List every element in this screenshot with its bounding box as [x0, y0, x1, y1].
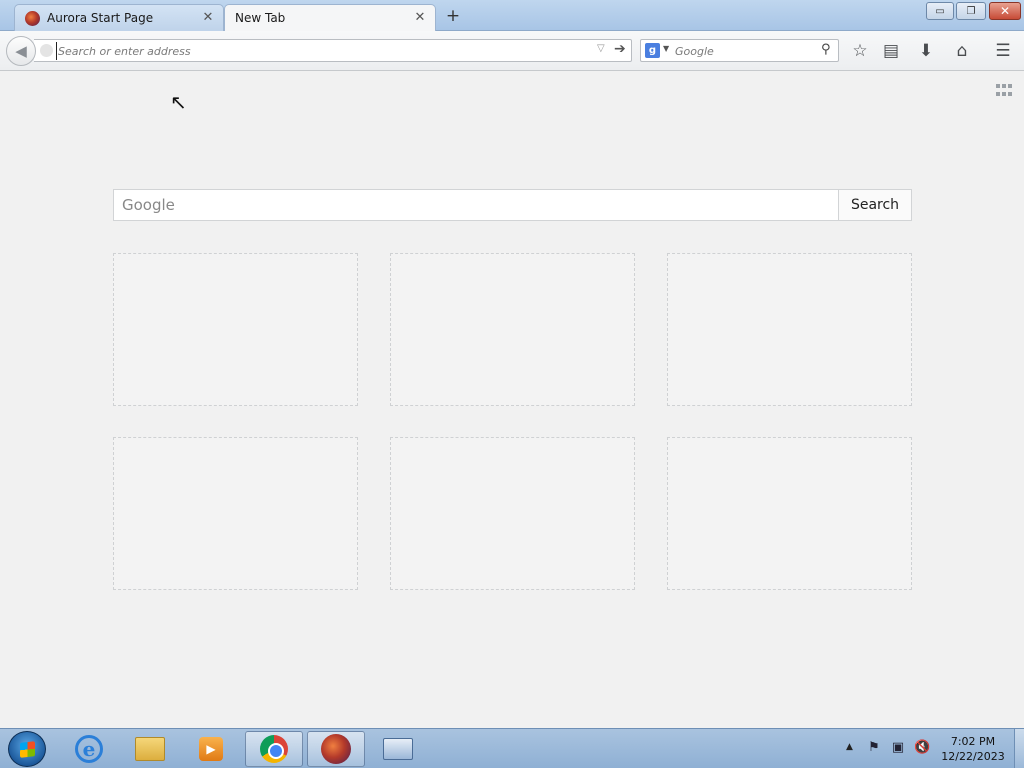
- menu-icon[interactable]: ☰: [992, 40, 1014, 62]
- tab-new-tab[interactable]: New Tab ✕: [224, 4, 436, 31]
- downloads-icon[interactable]: ⬇: [915, 40, 937, 62]
- back-button[interactable]: ◀: [6, 36, 36, 66]
- action-center-flag-icon[interactable]: ⚑: [866, 740, 882, 756]
- mouse-cursor-icon: ↖: [170, 90, 187, 114]
- tiles-toggle-icon[interactable]: [996, 84, 1012, 98]
- engine-dropdown-icon[interactable]: ▼: [663, 44, 669, 53]
- taskbar: e ▶ ▲ ⚑ ▣ 🔇 7:02 PM 12/22/2023: [0, 728, 1024, 768]
- magnifier-icon[interactable]: ⚲: [821, 42, 831, 57]
- tab-aurora-start-page[interactable]: Aurora Start Page ✕: [14, 4, 224, 31]
- empty-tile[interactable]: [113, 437, 358, 590]
- taskbar-item-explorer[interactable]: [121, 731, 179, 767]
- newtab-search-box: Search: [113, 189, 912, 221]
- file-explorer-icon: [135, 737, 165, 761]
- empty-tile[interactable]: [667, 437, 912, 590]
- maximize-button[interactable]: ❐: [956, 2, 986, 20]
- tab-label: Aurora Start Page: [47, 11, 154, 25]
- web-search-input[interactable]: [675, 42, 815, 60]
- show-desktop-button[interactable]: [1014, 729, 1024, 768]
- taskbar-item-firefox[interactable]: [307, 731, 365, 767]
- on-screen-keyboard-icon: [383, 738, 413, 760]
- arrow-left-icon: ◀: [15, 42, 27, 60]
- newtab-search-button[interactable]: Search: [838, 190, 911, 220]
- empty-tile[interactable]: [667, 253, 912, 406]
- close-window-button[interactable]: ✕: [989, 2, 1021, 20]
- home-icon[interactable]: ⌂: [951, 40, 973, 62]
- aurora-favicon-icon: [25, 11, 40, 26]
- title-bar: Aurora Start Page ✕ New Tab ✕ + ▭ ❐ ✕: [0, 0, 1024, 31]
- taskbar-item-media[interactable]: ▶: [182, 731, 240, 767]
- url-bar[interactable]: ▽ ➔: [34, 39, 632, 62]
- new-tab-button[interactable]: +: [444, 6, 462, 26]
- show-hidden-icons-icon[interactable]: ▲: [846, 742, 853, 752]
- internet-explorer-icon: e: [75, 735, 103, 763]
- start-button[interactable]: [8, 731, 46, 767]
- media-player-icon: ▶: [199, 737, 223, 761]
- google-engine-icon[interactable]: g: [645, 43, 660, 58]
- minimize-button[interactable]: ▭: [926, 2, 954, 20]
- search-bar[interactable]: g ▼ ⚲: [640, 39, 839, 62]
- chrome-icon: [260, 735, 288, 763]
- navigation-toolbar: ▽ ➔ ◀ g ▼ ⚲ ☆ ▤ ⬇ ⌂ ☰: [0, 31, 1024, 71]
- reading-list-icon[interactable]: ▤: [880, 40, 902, 62]
- firefox-aurora-icon: [321, 734, 351, 764]
- clock-date: 12/22/2023: [941, 750, 1005, 763]
- address-input[interactable]: [56, 42, 586, 60]
- bookmark-star-icon[interactable]: ☆: [849, 40, 871, 62]
- go-arrow-icon[interactable]: ➔: [614, 41, 626, 57]
- tab-label: New Tab: [235, 11, 286, 25]
- url-history-dropdown-icon[interactable]: ▽: [597, 43, 605, 54]
- network-icon[interactable]: ▣: [890, 740, 906, 756]
- newtab-search-input[interactable]: [114, 190, 838, 220]
- empty-tile[interactable]: [113, 253, 358, 406]
- empty-tile[interactable]: [390, 253, 635, 406]
- volume-muted-icon[interactable]: 🔇: [914, 740, 930, 756]
- clock-time: 7:02 PM: [950, 735, 996, 748]
- taskbar-item-keyboard[interactable]: [369, 731, 427, 767]
- system-clock[interactable]: 7:02 PM 12/22/2023: [936, 734, 1010, 764]
- tab-close-icon[interactable]: ✕: [201, 10, 215, 25]
- tab-close-icon[interactable]: ✕: [413, 10, 427, 25]
- site-identity-icon[interactable]: [40, 44, 53, 57]
- taskbar-item-chrome[interactable]: [245, 731, 303, 767]
- taskbar-item-ie[interactable]: e: [60, 731, 118, 767]
- empty-tile[interactable]: [390, 437, 635, 590]
